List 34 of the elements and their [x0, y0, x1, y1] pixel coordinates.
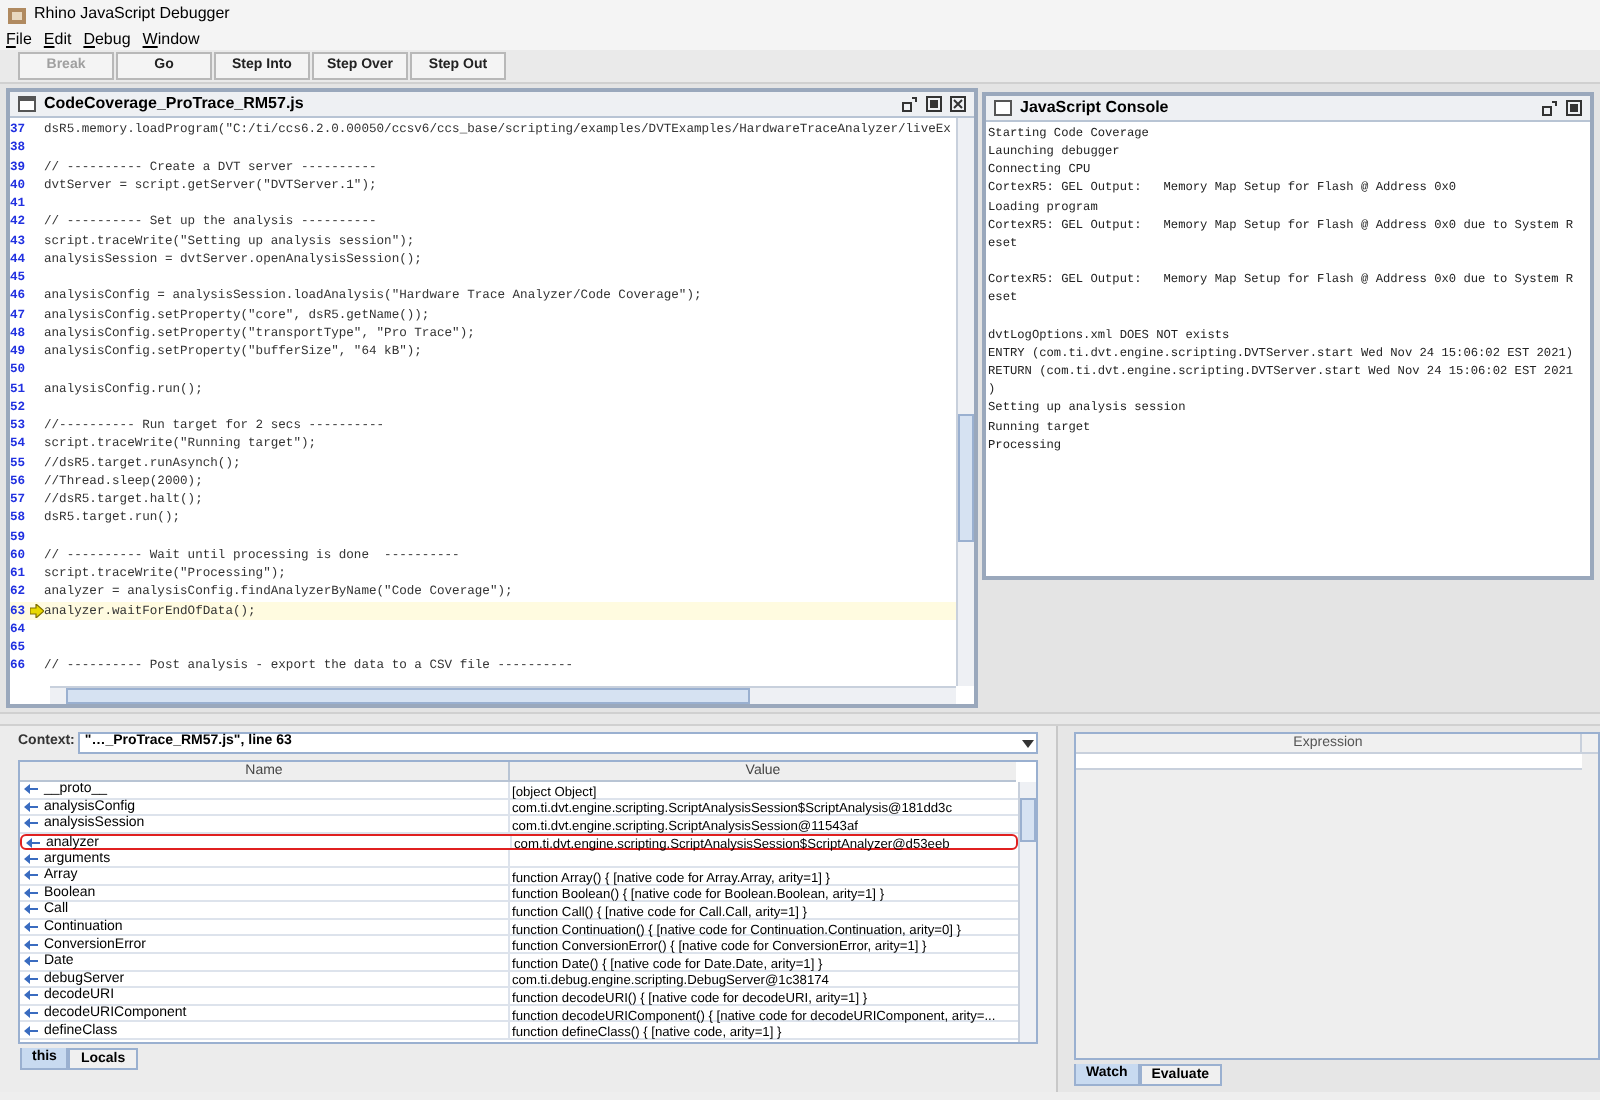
- expand-arrow-icon[interactable]: [24, 870, 38, 881]
- expand-arrow-icon[interactable]: [24, 784, 38, 795]
- menu-item[interactable]: Edit: [43, 27, 72, 51]
- expand-arrow-icon[interactable]: [24, 990, 38, 1001]
- expand-arrow-icon[interactable]: [24, 853, 38, 864]
- expand-arrow-icon[interactable]: [24, 887, 38, 898]
- dropdown-arrow-icon: [1020, 737, 1036, 749]
- expand-arrow-icon[interactable]: [24, 939, 38, 950]
- app-icon: [8, 5, 26, 23]
- expand-arrow-icon[interactable]: [24, 801, 38, 812]
- close-icon[interactable]: [950, 96, 966, 112]
- window-icon: [18, 96, 36, 112]
- expand-arrow-icon[interactable]: [24, 818, 38, 829]
- expand-arrow-icon[interactable]: [24, 1025, 38, 1036]
- expand-arrow-icon[interactable]: [24, 1008, 38, 1019]
- vertical-scrollbar[interactable]: [1018, 782, 1036, 1042]
- minimize-icon[interactable]: [902, 96, 918, 112]
- editor-title: CodeCoverage_ProTrace_RM57.js: [44, 92, 304, 116]
- console-title: JavaScript Console: [1020, 96, 1169, 120]
- maximize-icon[interactable]: [1566, 100, 1582, 116]
- horizontal-scrollbar[interactable]: [50, 686, 956, 704]
- minimize-icon[interactable]: [1542, 100, 1558, 116]
- expand-arrow-icon[interactable]: [26, 837, 40, 848]
- vertical-scrollbar[interactable]: [956, 118, 974, 686]
- maximize-icon[interactable]: [926, 96, 942, 112]
- expand-arrow-icon[interactable]: [24, 922, 38, 933]
- menu-item[interactable]: Window: [142, 27, 200, 51]
- expand-arrow-icon[interactable]: [24, 956, 38, 967]
- expand-arrow-icon[interactable]: [24, 904, 38, 915]
- expand-arrow-icon[interactable]: [24, 973, 38, 984]
- menu-item[interactable]: Debug: [83, 27, 131, 51]
- menu-item[interactable]: File: [6, 27, 32, 51]
- window-title: Rhino JavaScript Debugger: [34, 2, 230, 26]
- window-icon: [994, 100, 1012, 116]
